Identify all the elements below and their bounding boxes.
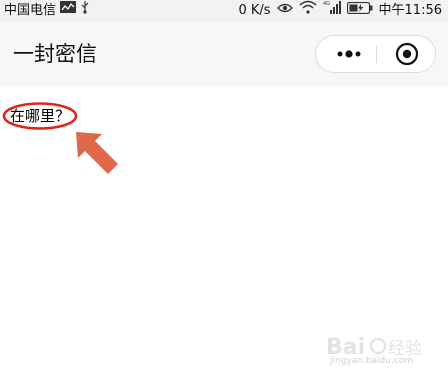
usb-icon: [80, 0, 90, 22]
status-right-group: 0 K/s 4G 中午11:56: [238, 0, 442, 22]
capsule-menu: [315, 35, 436, 73]
baidu-jingyan-watermark-logo: Bai 经验: [326, 335, 422, 360]
pointer-arrow-annotation: [76, 132, 118, 174]
highlight-ellipse-annotation: [2, 102, 78, 130]
close-mini-program-button[interactable]: [384, 36, 430, 72]
eye-icon: [276, 0, 293, 22]
battery-charging-icon: [346, 0, 373, 22]
more-options-button[interactable]: [322, 36, 376, 72]
cellular-signal-icon: 4G: [323, 0, 341, 22]
capsule-divider: [376, 45, 377, 63]
carrier-name: 中国电信: [4, 3, 57, 18]
network-type-badge: 4G: [323, 1, 330, 7]
watermark-url: jingyan.baidu.com: [330, 356, 414, 366]
mini-program-nav-bar: 一封密信: [0, 22, 448, 86]
network-speed: 0 K/s: [238, 3, 271, 18]
target-close-icon: [395, 42, 419, 66]
wifi-icon: [299, 0, 317, 22]
more-dots-icon: [337, 50, 361, 58]
clock: 中午11:56: [378, 3, 442, 18]
status-bar: 中国电信 0 K/s 4G 中午11:56: [0, 0, 448, 22]
page-content: 在哪里？ Bai 经验 jingyan.baidu.com: [0, 86, 448, 366]
status-left-group: 中国电信: [4, 0, 90, 22]
page-title: 一封密信: [13, 42, 97, 66]
activity-monitor-icon: [60, 0, 77, 22]
